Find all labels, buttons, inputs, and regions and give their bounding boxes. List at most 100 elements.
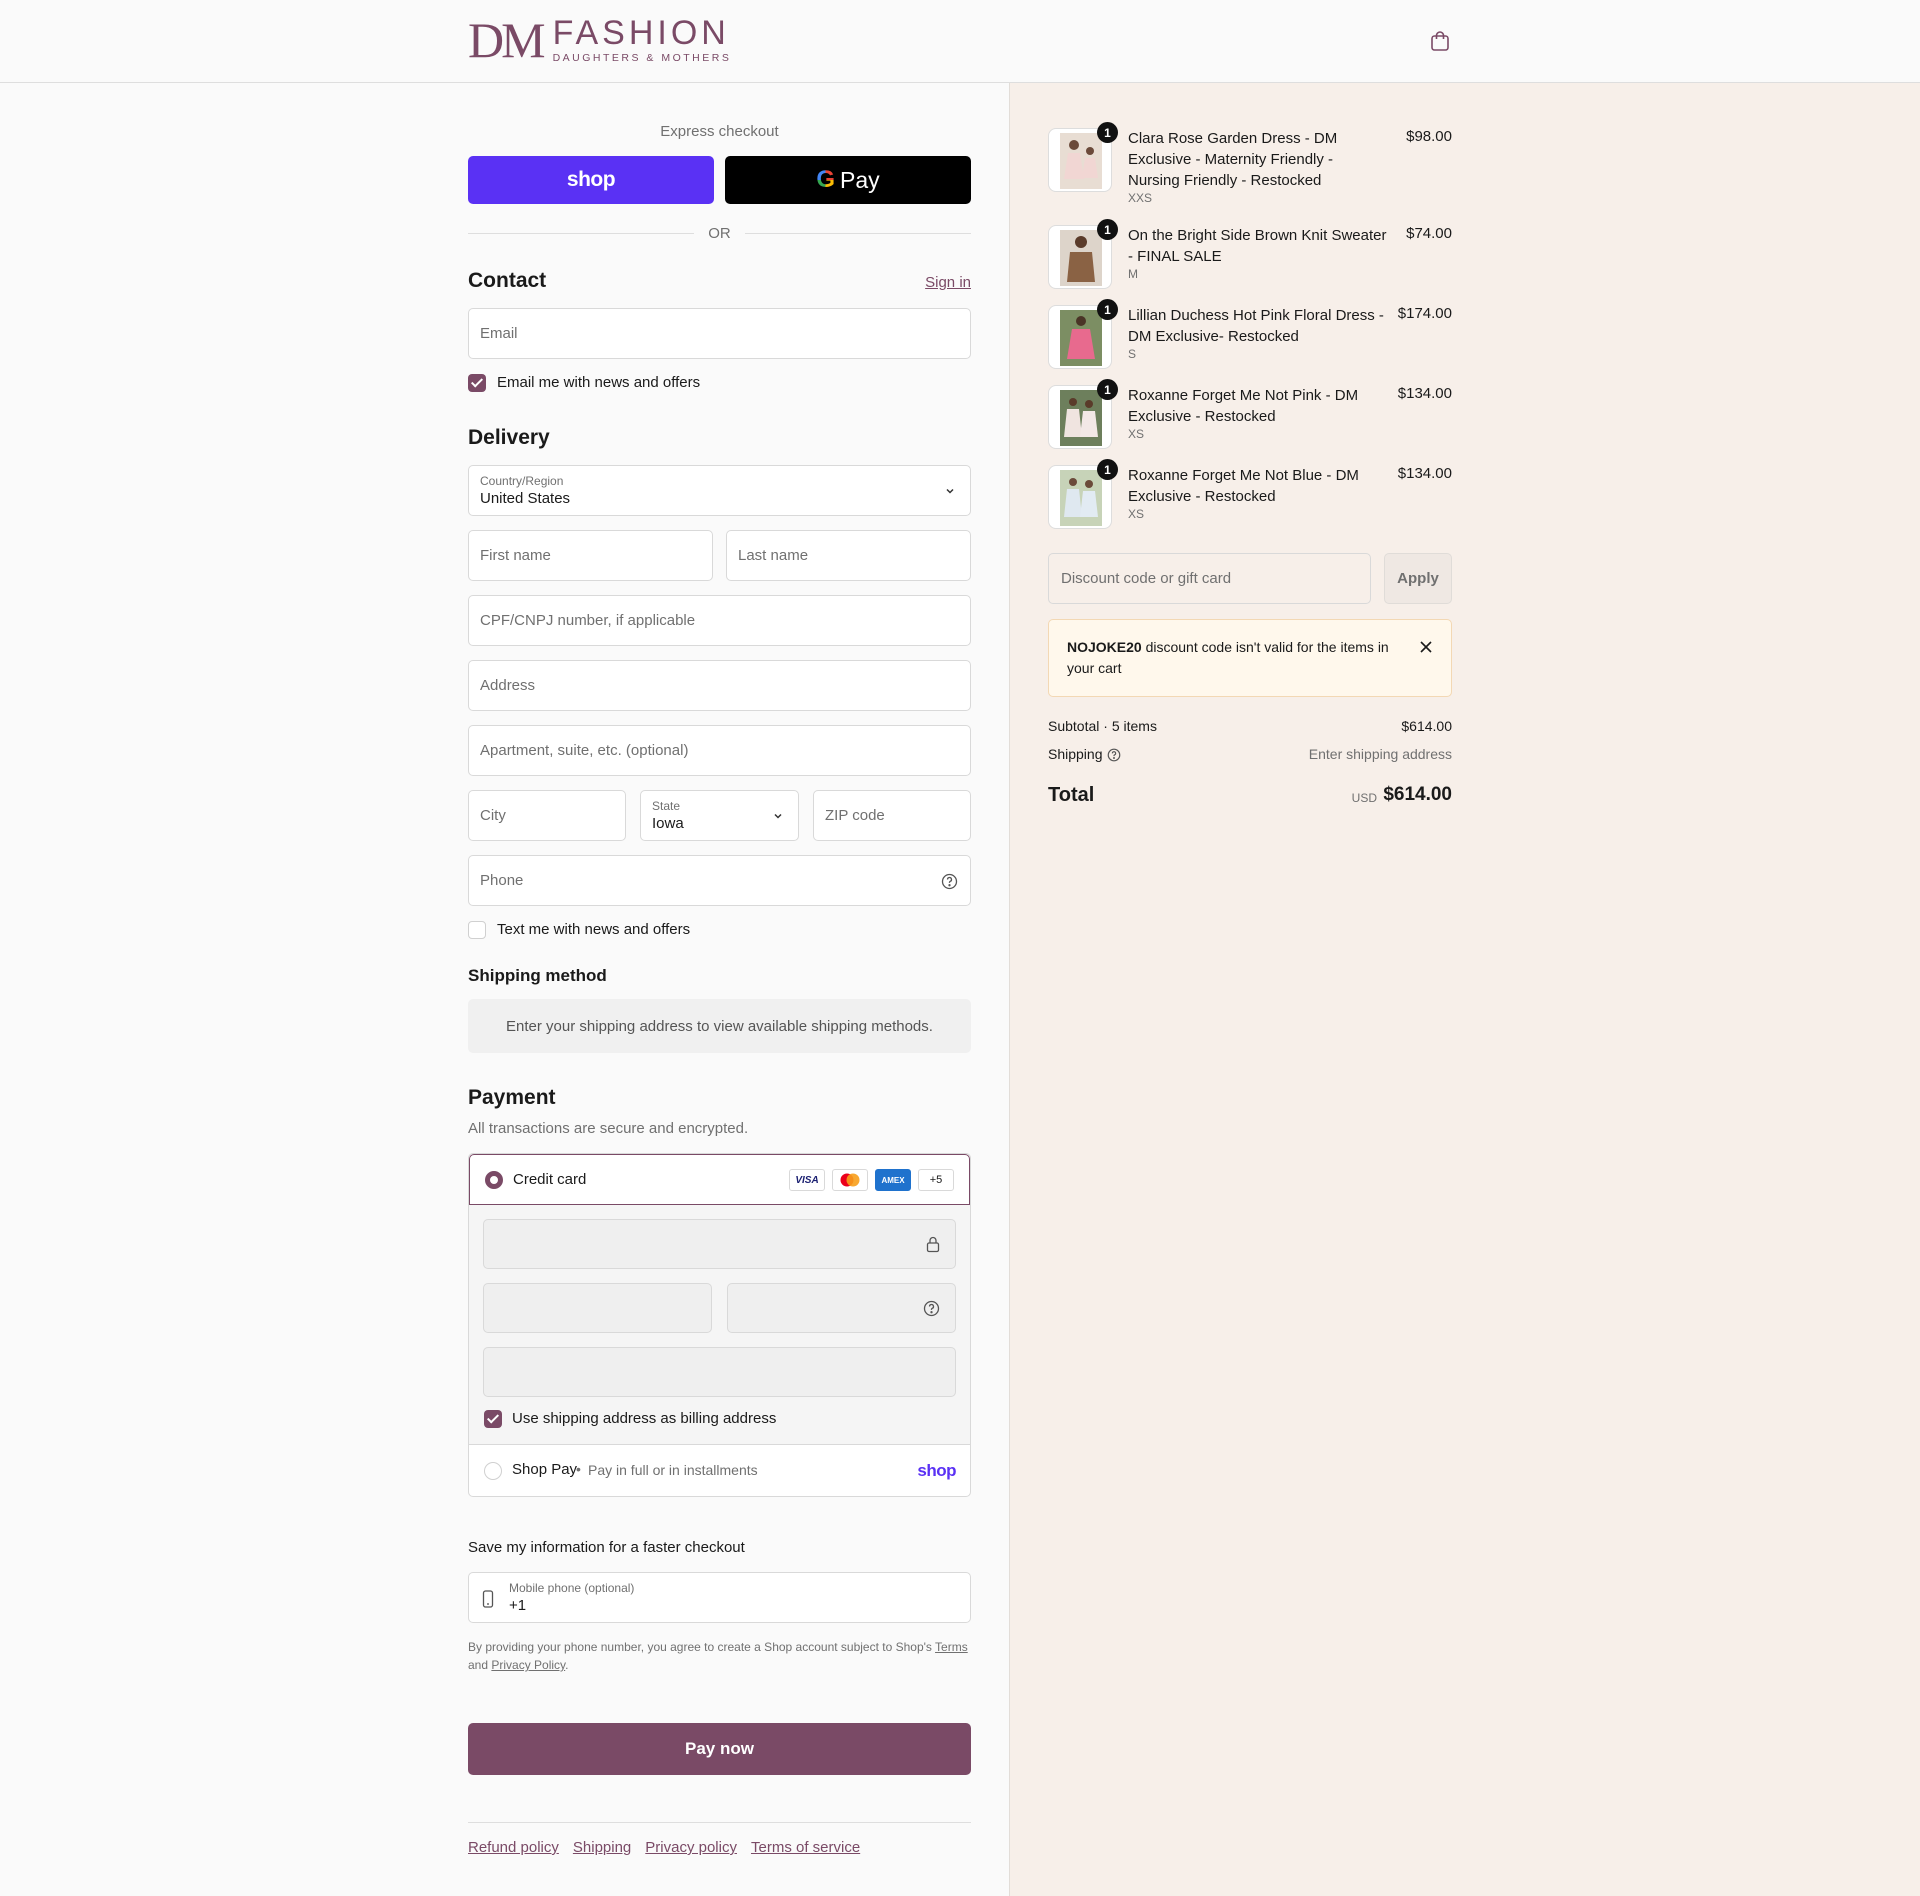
or-divider: OR — [468, 223, 971, 243]
help-circle-icon[interactable] — [1107, 748, 1121, 762]
privacy-policy-link[interactable]: Privacy Policy — [491, 1658, 565, 1672]
shop-pay-radio[interactable] — [484, 1462, 502, 1480]
privacy-policy-footer-link[interactable]: Privacy policy — [645, 1839, 737, 1856]
shipping-value: Enter shipping address — [1308, 746, 1452, 762]
shop-pay-logo: shop — [917, 1461, 956, 1480]
amex-icon: AMEX — [875, 1169, 911, 1191]
total-value: $614.00 — [1383, 784, 1452, 805]
billing-same-label: Use shipping address as billing address — [512, 1410, 777, 1427]
card-number-field[interactable] — [483, 1219, 956, 1269]
credit-card-form: Use shipping address as billing address — [469, 1205, 970, 1445]
item-name: Lillian Duchess Hot Pink Floral Dress - … — [1128, 307, 1384, 345]
phone-field[interactable]: Phone — [468, 855, 971, 906]
name-on-card-field[interactable] — [483, 1347, 956, 1397]
discount-code-input[interactable]: Discount code or gift card — [1048, 553, 1371, 604]
shipping-policy-link[interactable]: Shipping — [573, 1839, 631, 1856]
item-price: $74.00 — [1406, 225, 1452, 242]
mobile-phone-label: Mobile phone (optional) — [509, 1581, 635, 1595]
legal-text: By providing your phone number, you agre… — [468, 1640, 932, 1654]
zip-placeholder: ZIP code — [825, 807, 885, 824]
item-variant: M — [1128, 267, 1138, 281]
legal-and: and — [468, 1658, 489, 1672]
item-name: On the Bright Side Brown Knit Sweater - … — [1128, 227, 1387, 265]
cpf-field[interactable]: CPF/CNPJ number, if applicable — [468, 595, 971, 646]
email-news-label: Email me with news and offers — [497, 374, 701, 391]
state-select[interactable]: State Iowa — [640, 790, 799, 841]
save-info-title: Save my information for a faster checkou… — [468, 1539, 745, 1556]
text-news-checkbox[interactable] — [468, 921, 486, 939]
shop-pay-label: Shop Pay — [512, 1461, 578, 1478]
bag-icon[interactable] — [1429, 30, 1451, 52]
subtotal-value: $614.00 — [1401, 718, 1452, 734]
mobile-phone-value: +1 — [509, 1597, 527, 1614]
header: DM FASHION DAUGHTERS & MOTHERS — [0, 0, 1920, 83]
payment-title: Payment — [468, 1086, 556, 1109]
contact-title: Contact — [468, 269, 547, 292]
city-field[interactable]: City — [468, 790, 626, 841]
email-news-checkbox[interactable] — [468, 374, 486, 392]
lock-icon — [926, 1236, 940, 1253]
cpf-placeholder: CPF/CNPJ number, if applicable — [480, 612, 696, 629]
shipping-row: Shipping Enter shipping address — [1048, 746, 1452, 762]
alert-message: NOJOKE20 discount code isn't valid for t… — [1067, 637, 1407, 679]
logo-tagline: DAUGHTERS & MOTHERS — [552, 52, 732, 64]
first-name-field[interactable]: First name — [468, 530, 713, 581]
country-select[interactable]: Country/Region United States — [468, 465, 971, 516]
payment-methods: Credit card VISA AMEX +5 Use shipping ad… — [468, 1153, 971, 1497]
item-price: $134.00 — [1397, 465, 1452, 482]
sign-in-link[interactable]: Sign in — [925, 274, 971, 291]
item-price: $134.00 — [1397, 385, 1452, 402]
text-news-label: Text me with news and offers — [497, 921, 691, 938]
shop-pay-subtitle: Pay in full or in installments — [588, 1462, 758, 1478]
country-value: United States — [480, 490, 571, 507]
footer-links: Refund policy Shipping Privacy policy Te… — [468, 1839, 860, 1856]
shop-pay-option[interactable]: Shop Pay • Pay in full or in installment… — [469, 1445, 970, 1496]
email-field[interactable]: Email — [468, 308, 971, 359]
apartment-placeholder: Apartment, suite, etc. (optional) — [480, 742, 689, 759]
order-summary-background — [1009, 83, 1920, 1896]
quantity-badge: 1 — [1097, 219, 1118, 240]
apply-discount-button[interactable]: Apply — [1384, 553, 1452, 604]
credit-card-label: Credit card — [513, 1171, 587, 1188]
zip-field[interactable]: ZIP code — [813, 790, 971, 841]
chevron-down-icon — [774, 813, 782, 819]
google-pay-button[interactable]: G Pay — [725, 156, 971, 204]
alert-code: NOJOKE20 — [1067, 639, 1142, 655]
security-code-field[interactable] — [727, 1283, 956, 1333]
address-field[interactable]: Address — [468, 660, 971, 711]
last-name-field[interactable]: Last name — [726, 530, 971, 581]
credit-card-option[interactable]: Credit card VISA AMEX +5 — [469, 1154, 970, 1205]
subtotal-label: Subtotal · 5 items — [1048, 718, 1157, 734]
pay-now-button[interactable]: Pay now — [468, 1723, 971, 1775]
phone-placeholder: Phone — [480, 872, 524, 889]
help-circle-icon[interactable] — [923, 1300, 940, 1317]
billing-same-checkbox[interactable] — [484, 1410, 502, 1428]
help-circle-icon[interactable] — [941, 873, 958, 890]
close-icon[interactable] — [1419, 640, 1433, 654]
address-placeholder: Address — [480, 677, 536, 694]
logo-word: FASHION — [552, 14, 730, 52]
item-price: $174.00 — [1397, 305, 1452, 322]
shop-pay-button[interactable]: shop — [468, 156, 714, 204]
mastercard-icon — [832, 1169, 868, 1191]
expiration-date-field[interactable] — [483, 1283, 712, 1333]
total-currency: USD — [1351, 791, 1377, 805]
logo[interactable]: DM FASHION DAUGHTERS & MOTHERS — [468, 12, 732, 68]
apartment-field[interactable]: Apartment, suite, etc. (optional) — [468, 725, 971, 776]
legal-notice: By providing your phone number, you agre… — [468, 1638, 971, 1674]
item-variant: S — [1128, 347, 1137, 361]
refund-policy-link[interactable]: Refund policy — [468, 1839, 559, 1856]
subtotal-row: Subtotal · 5 items $614.00 — [1048, 718, 1452, 734]
terms-link[interactable]: Terms — [935, 1640, 968, 1654]
shipping-label: Shipping — [1048, 746, 1103, 762]
footer-divider — [468, 1822, 971, 1823]
credit-card-radio[interactable] — [485, 1171, 503, 1189]
logo-initials: DM — [468, 12, 546, 68]
payment-subtitle: All transactions are secure and encrypte… — [468, 1120, 749, 1137]
delivery-title: Delivery — [468, 426, 550, 449]
email-placeholder: Email — [480, 325, 518, 342]
total-label: Total — [1048, 784, 1095, 806]
more-cards-badge: +5 — [918, 1169, 954, 1191]
terms-of-service-link[interactable]: Terms of service — [751, 1839, 860, 1856]
mobile-phone-field[interactable]: Mobile phone (optional) +1 — [468, 1572, 971, 1623]
